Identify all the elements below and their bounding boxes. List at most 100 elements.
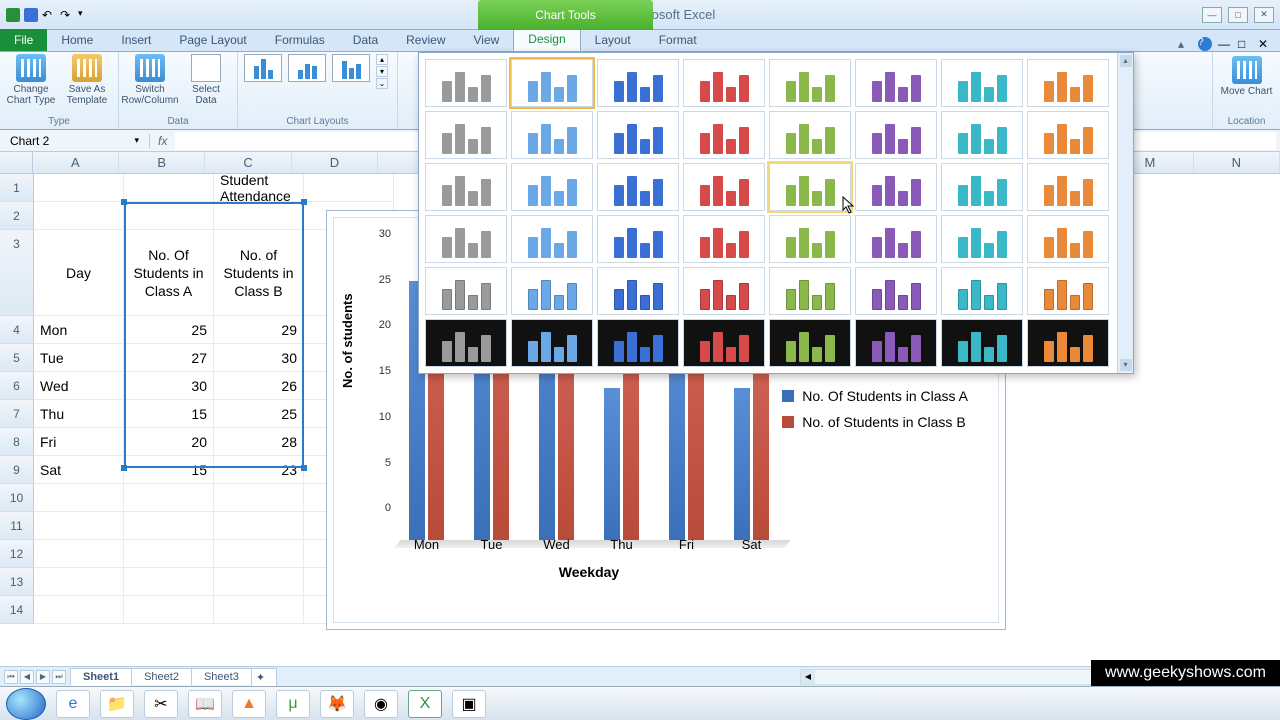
cell[interactable] <box>304 174 394 202</box>
cell[interactable] <box>34 540 124 568</box>
cell[interactable] <box>214 202 304 230</box>
taskbar-firefox-icon[interactable]: 🦊 <box>320 690 354 718</box>
cell[interactable] <box>124 202 214 230</box>
layouts-down-icon[interactable]: ▾ <box>376 66 388 77</box>
chart-style-swatch[interactable] <box>941 319 1023 367</box>
cell[interactable] <box>124 512 214 540</box>
chart-style-swatch[interactable] <box>855 319 937 367</box>
chart-style-swatch[interactable] <box>425 163 507 211</box>
tab-home[interactable]: Home <box>47 29 107 51</box>
cell[interactable]: 23 <box>214 456 304 484</box>
save-as-template-button[interactable]: Save As Template <box>62 54 112 106</box>
qat-dropdown-icon[interactable]: ▾ <box>78 8 92 22</box>
sheet-nav-prev-icon[interactable]: ◀ <box>20 670 34 684</box>
cell[interactable]: Student Attendance <box>214 174 304 202</box>
name-box[interactable]: ▾ <box>0 134 150 148</box>
name-box-dropdown-icon[interactable]: ▾ <box>134 135 139 146</box>
cell[interactable]: Fri <box>34 428 124 456</box>
row-header[interactable]: 6 <box>0 372 34 400</box>
selection-handle-bl[interactable] <box>121 465 127 471</box>
gallery-scroll-up-icon[interactable]: ▴ <box>1120 55 1132 67</box>
row-header[interactable]: 7 <box>0 400 34 428</box>
chart-style-swatch[interactable] <box>511 111 593 159</box>
row-header[interactable]: 8 <box>0 428 34 456</box>
tab-design[interactable]: Design <box>513 27 580 51</box>
workbook-close-icon[interactable]: ✕ <box>1258 37 1272 51</box>
tab-data[interactable]: Data <box>339 29 392 51</box>
help-icon[interactable]: ? <box>1198 37 1212 51</box>
fx-icon[interactable]: fx <box>150 134 175 148</box>
col-A[interactable]: A <box>33 152 119 173</box>
chart-style-swatch[interactable] <box>511 267 593 315</box>
sheet-tab-3[interactable]: Sheet3 <box>191 668 252 685</box>
chart-style-swatch[interactable] <box>941 59 1023 107</box>
cell[interactable]: 26 <box>214 372 304 400</box>
chart-style-swatch[interactable] <box>941 163 1023 211</box>
select-all-corner[interactable] <box>0 152 33 173</box>
name-box-input[interactable] <box>10 134 110 148</box>
cell[interactable]: 28 <box>214 428 304 456</box>
chart-style-swatch[interactable] <box>769 319 851 367</box>
sheet-nav-first-icon[interactable]: ⏮ <box>4 670 18 684</box>
chart-style-swatch[interactable] <box>597 111 679 159</box>
cell[interactable]: 25 <box>214 400 304 428</box>
sheet-nav-last-icon[interactable]: ⏭ <box>52 670 66 684</box>
cell[interactable] <box>124 540 214 568</box>
chart-layout-2[interactable] <box>288 54 326 82</box>
chart-layout-3[interactable] <box>332 54 370 82</box>
cell[interactable] <box>34 512 124 540</box>
taskbar-vlc-icon[interactable]: ▲ <box>232 690 266 718</box>
col-C[interactable]: C <box>205 152 291 173</box>
chart-style-swatch[interactable] <box>1027 267 1109 315</box>
chart-style-swatch[interactable] <box>855 163 937 211</box>
row-header[interactable]: 2 <box>0 202 34 230</box>
row-header[interactable]: 5 <box>0 344 34 372</box>
chart-style-swatch[interactable] <box>597 163 679 211</box>
cell[interactable] <box>34 484 124 512</box>
cell[interactable] <box>124 174 214 202</box>
cell[interactable] <box>214 540 304 568</box>
cell[interactable] <box>124 568 214 596</box>
cell[interactable]: Day <box>34 230 124 316</box>
select-data-button[interactable]: Select Data <box>181 54 231 106</box>
cell[interactable]: 15 <box>124 400 214 428</box>
chart-style-swatch[interactable] <box>1027 59 1109 107</box>
chart-style-swatch[interactable] <box>1027 319 1109 367</box>
tab-format[interactable]: Format <box>645 29 711 51</box>
taskbar-explorer-icon[interactable]: 📁 <box>100 690 134 718</box>
chart-style-swatch[interactable] <box>769 111 851 159</box>
cell[interactable]: 20 <box>124 428 214 456</box>
redo-icon[interactable]: ↷ <box>60 8 74 22</box>
chart-style-swatch[interactable] <box>425 111 507 159</box>
tab-formulas[interactable]: Formulas <box>261 29 339 51</box>
switch-row-column-button[interactable]: Switch Row/Column <box>125 54 175 106</box>
chart-style-swatch[interactable] <box>425 267 507 315</box>
maximize-button[interactable]: □ <box>1228 7 1248 23</box>
row-header[interactable]: 4 <box>0 316 34 344</box>
row-header[interactable]: 11 <box>0 512 34 540</box>
chart-style-swatch[interactable] <box>511 215 593 263</box>
chart-style-swatch[interactable] <box>941 111 1023 159</box>
cell[interactable]: 29 <box>214 316 304 344</box>
chart-style-swatch[interactable] <box>769 267 851 315</box>
chart-style-swatch[interactable] <box>855 267 937 315</box>
selection-handle-br[interactable] <box>301 465 307 471</box>
chart-style-swatch[interactable] <box>683 59 765 107</box>
chart-style-swatch[interactable] <box>855 111 937 159</box>
selection-handle-tr[interactable] <box>301 199 307 205</box>
row-header[interactable]: 9 <box>0 456 34 484</box>
tab-page-layout[interactable]: Page Layout <box>165 29 260 51</box>
chart-layout-1[interactable] <box>244 54 282 82</box>
cell[interactable] <box>214 596 304 624</box>
selection-handle-tl[interactable] <box>121 199 127 205</box>
chart-style-swatch[interactable] <box>597 215 679 263</box>
save-icon[interactable] <box>24 8 38 22</box>
cell[interactable]: 15 <box>124 456 214 484</box>
col-D[interactable]: D <box>292 152 378 173</box>
chart-style-swatch[interactable] <box>425 59 507 107</box>
chart-style-swatch[interactable] <box>511 163 593 211</box>
chart-style-swatch[interactable] <box>683 215 765 263</box>
row-header[interactable]: 1 <box>0 174 34 202</box>
chart-style-swatch[interactable] <box>1027 163 1109 211</box>
cell[interactable] <box>214 568 304 596</box>
